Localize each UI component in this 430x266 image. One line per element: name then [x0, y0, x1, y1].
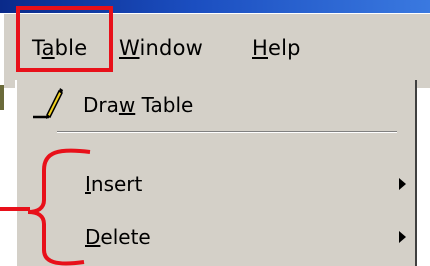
menu-window-accel: W — [119, 36, 140, 60]
window-title-strip — [0, 0, 430, 13]
menu-window-rest: indow — [139, 36, 204, 60]
menu-table-accel: a — [41, 36, 55, 60]
draw-table-text: Dra — [83, 93, 119, 117]
submenu-arrow-icon — [399, 231, 406, 243]
menu-window[interactable]: Window — [119, 36, 203, 60]
table-dropdown-menu: Draw Table Insert Delete — [15, 80, 417, 266]
pencil-icon — [33, 88, 63, 119]
screenshot-stage: Table Window Help Draw Table Insert Dele… — [0, 0, 430, 266]
menu-help-accel: H — [252, 36, 268, 60]
menu-item-draw-table[interactable]: Draw Table — [17, 82, 415, 122]
menu-help[interactable]: Help — [252, 36, 301, 60]
menu-item-insert[interactable]: Insert — [17, 166, 415, 206]
delete-rest: elete — [100, 225, 151, 249]
menu-separator — [57, 131, 397, 133]
delete-label: Delete — [85, 225, 151, 249]
menu-table-rest: ble — [54, 36, 88, 60]
delete-accel: D — [85, 225, 101, 249]
menu-bar: Table Window Help — [4, 13, 430, 88]
insert-rest: nsert — [90, 172, 143, 196]
draw-table-label: Draw Table — [83, 93, 193, 117]
document-edge — [0, 85, 4, 110]
menu-table-text: T — [32, 36, 42, 60]
draw-table-rest: Table — [135, 93, 194, 117]
menu-table[interactable]: Table — [32, 36, 87, 60]
menu-help-rest: elp — [268, 36, 301, 60]
menu-item-delete[interactable]: Delete — [17, 219, 415, 259]
draw-table-accel: w — [118, 93, 136, 117]
insert-label: Insert — [85, 172, 142, 196]
submenu-arrow-icon — [399, 178, 406, 190]
